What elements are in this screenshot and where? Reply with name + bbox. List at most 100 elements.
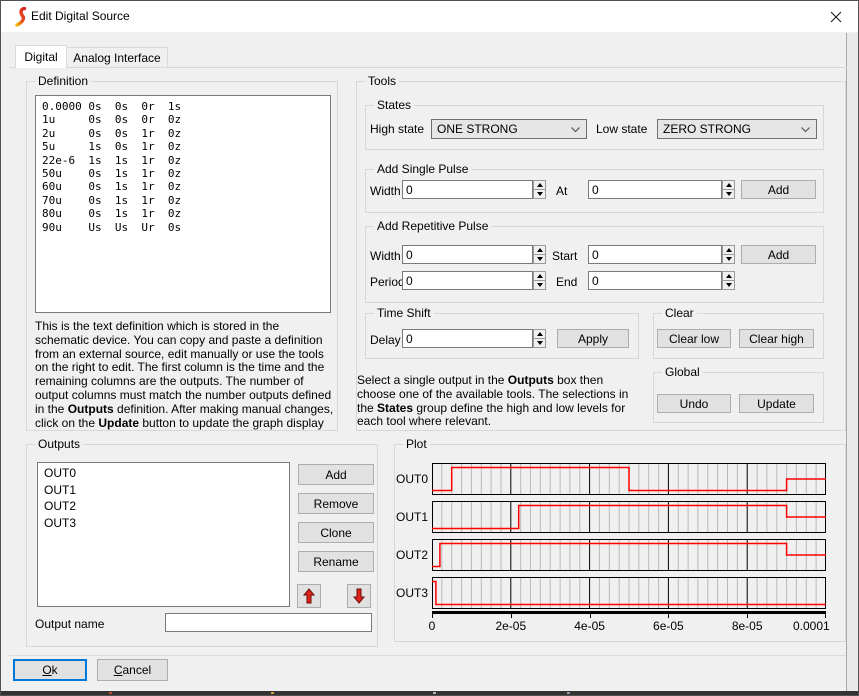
waveform-out0 [432, 463, 826, 495]
apply-button[interactable]: Apply [557, 329, 629, 348]
chevron-down-icon [571, 127, 580, 133]
move-down-button[interactable] [347, 584, 371, 608]
right-scrollbar[interactable] [846, 33, 859, 692]
single-pulse-add-button[interactable]: Add [741, 180, 816, 199]
tools-note: Select a single output in the Outputs bo… [357, 374, 641, 429]
plot-row: OUT3 [399, 577, 830, 609]
high-state-value: ONE STRONG [437, 122, 518, 136]
update-button[interactable]: Update [739, 394, 814, 413]
tab-digital[interactable]: Digital [15, 45, 67, 68]
down-triangle-icon [726, 257, 732, 261]
x-axis-ticks [432, 614, 826, 618]
spinner-down-button[interactable] [533, 338, 546, 348]
rep-pulse-period-input[interactable] [402, 271, 533, 290]
x-tick-label: 0 [429, 619, 436, 633]
time-shift-group: Time Shift Delay Apply [365, 313, 639, 359]
undo-button[interactable]: Undo [657, 394, 731, 413]
plot-label-out3: OUT3 [399, 577, 428, 609]
list-item[interactable]: OUT3 [38, 515, 289, 532]
up-triangle-icon [726, 183, 732, 187]
rep-pulse-end-spinner [722, 271, 735, 290]
clone-button[interactable]: Clone [298, 522, 374, 543]
app-icon [12, 7, 29, 30]
outputs-list[interactable]: OUT0OUT1OUT2OUT3 [37, 462, 290, 607]
clear-high-button[interactable]: Clear high [739, 329, 814, 348]
single-pulse-at-spinner [722, 180, 735, 199]
time-shift-group-label: Time Shift [374, 306, 434, 321]
x-tick-mark [747, 614, 748, 618]
definition-description: This is the text definition which is sto… [35, 320, 336, 430]
spinner-down-button[interactable] [533, 280, 546, 290]
time-shift-delay-spinner [533, 329, 546, 348]
waveform-out3 [432, 577, 826, 609]
spinner-down-button[interactable] [533, 254, 546, 264]
spinner-down-button[interactable] [533, 189, 546, 199]
definition-textarea[interactable]: 0.0000 0s 0s 0r 1s 1u 0s 0s 0r 0z 2u 0s … [35, 95, 331, 313]
rep-pulse-end-input[interactable] [588, 271, 722, 290]
global-group: Global Undo Update [653, 372, 824, 423]
tools-group-label: Tools [365, 74, 399, 89]
rep-pulse-period-spinner [533, 271, 546, 290]
global-group-label: Global [662, 365, 703, 380]
x-tick-mark [825, 614, 826, 618]
window-title: Edit Digital Source [31, 1, 130, 32]
up-triangle-icon [537, 248, 543, 252]
rep-pulse-add-button[interactable]: Add [741, 245, 816, 264]
add-button[interactable]: Add [298, 464, 374, 485]
spinner-down-button[interactable] [722, 280, 735, 290]
cancel-button[interactable]: Cancel [97, 659, 168, 681]
tab-analog-interface[interactable]: Analog Interface [67, 47, 168, 68]
list-item[interactable]: OUT1 [38, 482, 289, 499]
arrow-up-icon [302, 588, 316, 604]
output-name-label: Output name [35, 617, 104, 631]
plot-row: OUT0 [399, 463, 830, 495]
spinner-down-button[interactable] [722, 189, 735, 199]
tools-group: Tools States High state ONE STRONG Low s… [356, 81, 846, 431]
single-pulse-at-input[interactable] [588, 180, 722, 199]
list-item[interactable]: OUT2 [38, 498, 289, 515]
plot-label-out0: OUT0 [399, 463, 428, 495]
clear-group: Clear Clear low Clear high [653, 313, 824, 359]
repetitive-pulse-group-label: Add Repetitive Pulse [374, 219, 491, 234]
waveform-out1 [432, 501, 826, 533]
remove-button[interactable]: Remove [298, 493, 374, 514]
ok-button[interactable]: Ok [13, 659, 87, 681]
rep-pulse-start-spinner [722, 245, 735, 264]
down-triangle-icon [537, 283, 543, 287]
outputs-group: Outputs OUT0OUT1OUT2OUT3 Add Remove Clon… [26, 444, 378, 647]
low-state-value: ZERO STRONG [663, 122, 751, 136]
clear-low-button[interactable]: Clear low [657, 329, 731, 348]
spinner-down-button[interactable] [722, 254, 735, 264]
down-triangle-icon [537, 341, 543, 345]
time-shift-delay-input[interactable] [402, 329, 533, 348]
waveform-out2 [432, 539, 826, 571]
x-tick-label: 4e-05 [574, 619, 605, 633]
plot-label-out2: OUT2 [399, 539, 428, 571]
high-state-select[interactable]: ONE STRONG [431, 119, 587, 139]
plot-group: Plot OUT0 OUT1 OUT2 OUT3 02e-054e-056e-0… [394, 444, 846, 642]
rep-pulse-start-input[interactable] [588, 245, 722, 264]
x-tick-label: 2e-05 [495, 619, 526, 633]
plot-row: OUT1 [399, 501, 830, 533]
list-item[interactable]: OUT0 [38, 465, 289, 482]
single-pulse-width-input[interactable] [402, 180, 533, 199]
low-state-label: Low state [596, 122, 647, 136]
definition-group: Definition 0.0000 0s 0s 0r 1s 1u 0s 0s 0… [26, 81, 338, 431]
rep-pulse-width-input[interactable] [402, 245, 533, 264]
x-tick-mark [668, 614, 669, 618]
close-button[interactable] [822, 6, 850, 27]
rep-pulse-start-label: Start [552, 249, 577, 263]
low-state-select[interactable]: ZERO STRONG [657, 119, 817, 139]
high-state-label: High state [370, 122, 424, 136]
close-icon [830, 11, 842, 23]
taskbar-sliver [1, 691, 858, 695]
title-bar[interactable]: Edit Digital Source [1, 1, 858, 32]
single-pulse-at-label: At [556, 184, 567, 198]
up-triangle-icon [537, 274, 543, 278]
rep-pulse-period-label: Period [370, 275, 405, 289]
rep-pulse-width-spinner [533, 245, 546, 264]
rep-pulse-end-label: End [556, 275, 577, 289]
move-up-button[interactable] [297, 584, 321, 608]
rename-button[interactable]: Rename [298, 551, 374, 572]
output-name-input[interactable] [165, 613, 372, 632]
